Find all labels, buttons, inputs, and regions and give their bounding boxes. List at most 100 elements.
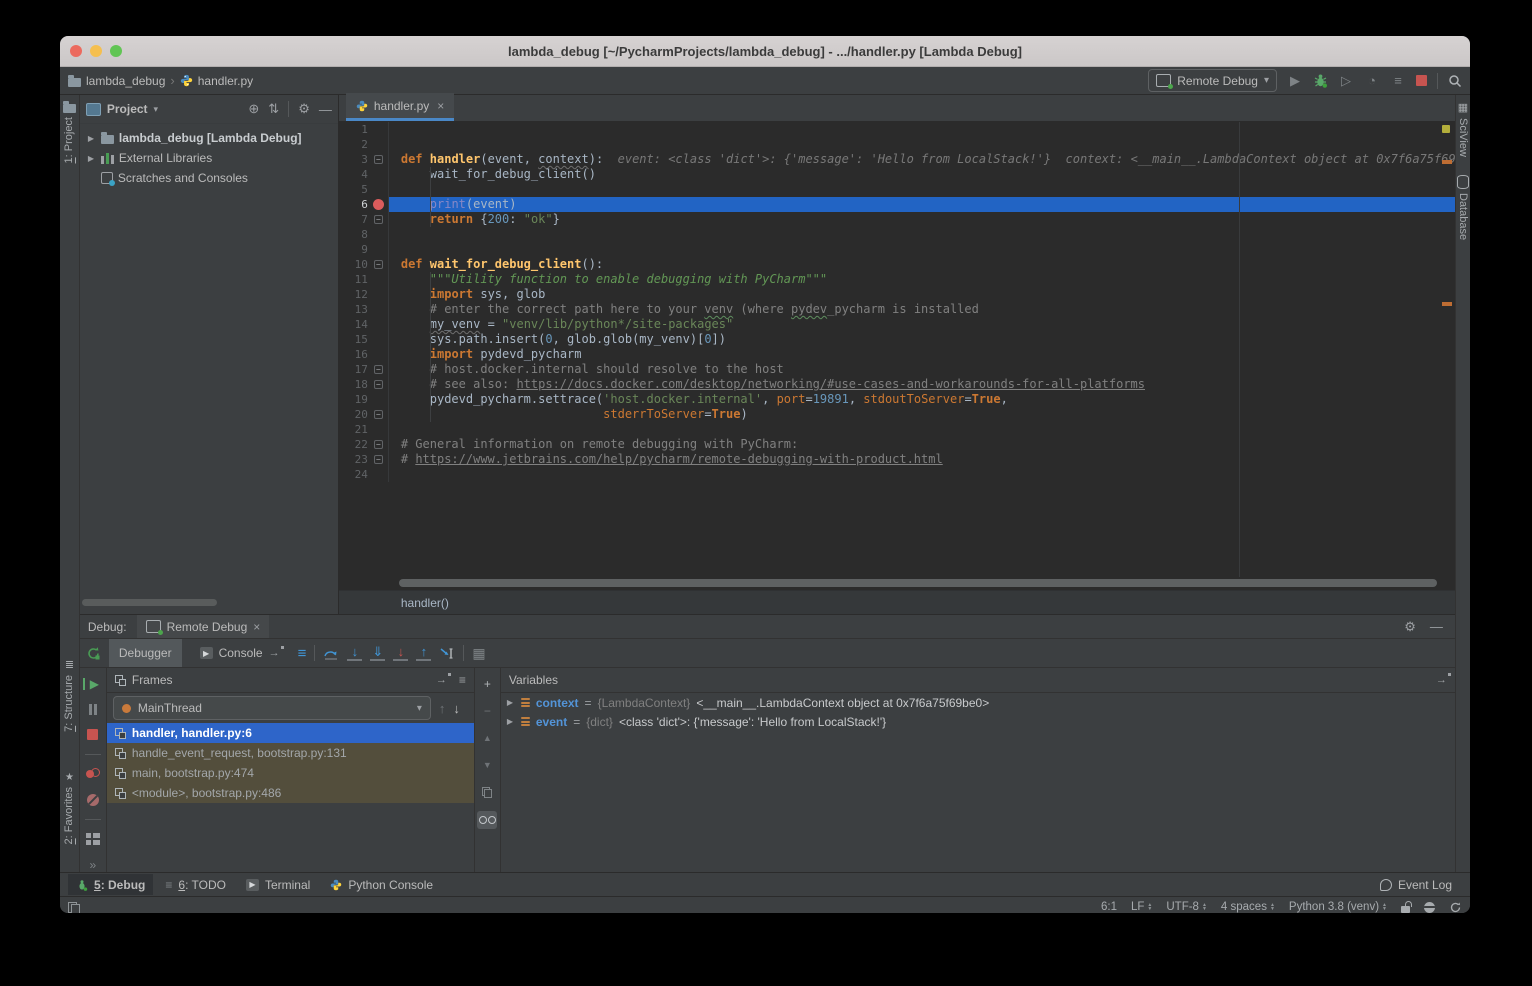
line-number[interactable]: 11 (339, 272, 372, 287)
inspections-indicator[interactable] (1442, 125, 1450, 133)
duplicate-watch-button[interactable] (478, 784, 496, 800)
writable-lock-icon[interactable] (1401, 906, 1410, 913)
code-line[interactable]: 15 sys.path.insert(0, glob.glob(my_venv)… (339, 332, 1455, 347)
line-number[interactable]: 13 (339, 302, 372, 317)
status-item[interactable]: LF▲▼ (1131, 901, 1152, 913)
concurrency-button[interactable]: ≡ (1390, 73, 1406, 89)
line-number[interactable]: 16 (339, 347, 372, 362)
gutter-icon-area[interactable]: − (372, 407, 389, 422)
editor-tab-handler[interactable]: handler.py × (346, 93, 454, 121)
project-tree-item[interactable]: Scratches and Consoles (80, 168, 338, 188)
status-item[interactable]: 4 spaces▲▼ (1221, 901, 1275, 913)
next-frame-button[interactable]: ↓ (453, 701, 460, 716)
chevron-down-icon[interactable]: ▾ (154, 104, 159, 115)
frames-menu-icon[interactable]: ≡ (459, 673, 466, 687)
project-panel-title[interactable]: Project (107, 102, 148, 116)
line-number[interactable]: 14 (339, 317, 372, 332)
code-line[interactable]: 20− stderrToServer=True) (339, 407, 1455, 422)
code-line[interactable]: 5 (339, 182, 1455, 197)
gutter-icon-area[interactable] (372, 167, 389, 182)
sidebar-stripe-button[interactable]: Database (1457, 175, 1469, 240)
line-number[interactable]: 10 (339, 257, 372, 272)
status-item[interactable]: UTF-8▲▼ (1166, 901, 1207, 913)
expand-arrow-icon[interactable]: ▶ (507, 698, 515, 707)
code-line[interactable]: 9 (339, 242, 1455, 257)
status-item[interactable]: Python 3.8 (venv)▲▼ (1289, 901, 1387, 913)
settings-gear-icon[interactable]: ⚙ (298, 101, 310, 117)
jump-to-source-icon[interactable]: → (1436, 674, 1447, 686)
line-number[interactable]: 5 (339, 182, 372, 197)
line-number[interactable]: 2 (339, 137, 372, 152)
layout-menu-icon[interactable]: ≡ (298, 645, 307, 662)
close-session-icon[interactable]: × (253, 620, 260, 634)
expand-arrow-icon[interactable]: ▶ (507, 717, 515, 726)
code-line[interactable]: 17− # host.docker.internal should resolv… (339, 362, 1455, 377)
restore-layout-button[interactable] (85, 833, 101, 845)
line-number[interactable]: 12 (339, 287, 372, 302)
warning-stripe-mark[interactable] (1442, 160, 1452, 164)
profiler-button[interactable]: ◔ (1364, 73, 1380, 89)
warning-stripe-mark[interactable] (1442, 302, 1452, 306)
line-number[interactable]: 6 (339, 197, 372, 212)
gutter-icon-area[interactable] (372, 332, 389, 347)
code-line[interactable]: 22−# General information on remote debug… (339, 437, 1455, 452)
debug-session-tab[interactable]: Remote Debug × (137, 615, 270, 638)
fold-marker-icon[interactable]: − (374, 365, 383, 374)
gutter-icon-area[interactable]: − (372, 212, 389, 227)
expand-arrow-icon[interactable]: ▶ (88, 154, 96, 163)
close-tab-icon[interactable]: × (437, 99, 444, 113)
code-line[interactable]: 2 (339, 137, 1455, 152)
mute-breakpoints-button[interactable] (85, 793, 101, 805)
gutter-icon-area[interactable]: − (372, 152, 389, 167)
resume-button[interactable]: ▶ (83, 678, 102, 690)
stop-button[interactable] (1416, 75, 1427, 86)
jump-to-source-icon[interactable]: → (436, 674, 447, 686)
sidebar-stripe-button[interactable]: ≣7: Structure (63, 658, 75, 732)
line-number[interactable]: 20 (339, 407, 372, 422)
hide-panel-button[interactable]: — (1430, 619, 1443, 635)
toolwindow-button-pythonconsole[interactable]: Python Console (322, 874, 441, 895)
gutter-icon-area[interactable] (372, 422, 389, 437)
gutter-icon-area[interactable] (372, 347, 389, 362)
line-number[interactable]: 3 (339, 152, 372, 167)
move-watch-up-button[interactable]: ▲ (478, 730, 496, 746)
update-icon[interactable] (1449, 901, 1462, 914)
toolwindow-button-terminal[interactable]: ▶Terminal (238, 874, 318, 895)
code-line[interactable]: 12 import sys, glob (339, 287, 1455, 302)
fold-marker-icon[interactable]: − (374, 155, 383, 164)
code-line[interactable]: 23−# https://www.jetbrains.com/help/pych… (339, 452, 1455, 467)
line-number[interactable]: 18 (339, 377, 372, 392)
run-configuration-select[interactable]: Remote Debug ▾ (1148, 69, 1277, 92)
code-line[interactable]: 16 import pydevd_pycharm (339, 347, 1455, 362)
line-number[interactable]: 1 (339, 122, 372, 137)
code-line[interactable]: 6 print(event) (339, 197, 1455, 212)
code-line[interactable]: 18− # see also: https://docs.docker.com/… (339, 377, 1455, 392)
frame-row[interactable]: <module>, bootstrap.py:486 (107, 783, 474, 803)
settings-gear-icon[interactable]: ⚙ (1404, 619, 1416, 635)
gutter-icon-area[interactable]: − (372, 437, 389, 452)
code-line[interactable]: 1 (339, 122, 1455, 137)
fold-marker-icon[interactable]: − (374, 380, 383, 389)
line-number[interactable]: 23 (339, 452, 372, 467)
tool-window-switcher-icon[interactable] (68, 902, 79, 913)
locate-file-button[interactable]: ⊕ (248, 101, 259, 117)
sidebar-stripe-button[interactable]: ★2: Favorites (63, 772, 75, 844)
gutter-icon-area[interactable]: − (372, 257, 389, 272)
toolwindow-button-todo[interactable]: ≡6: TODO (157, 874, 234, 895)
breadcrumb-project[interactable]: lambda_debug (86, 74, 165, 88)
force-step-into-button[interactable]: ⇓ (370, 645, 385, 661)
line-number[interactable]: 17 (339, 362, 372, 377)
search-everywhere-button[interactable] (1448, 74, 1462, 88)
remove-watch-button[interactable]: − (478, 703, 496, 719)
step-over-button[interactable] (323, 646, 339, 660)
project-tree-item[interactable]: ▶lambda_debug [Lambda Debug] (80, 128, 338, 148)
tab-debugger[interactable]: Debugger (109, 639, 182, 667)
variable-row[interactable]: ▶context = {LambdaContext} <__main__.Lam… (501, 693, 1455, 712)
gutter-icon-area[interactable] (372, 227, 389, 242)
code-line[interactable]: 8 (339, 227, 1455, 242)
expand-arrow-icon[interactable]: ▶ (88, 134, 96, 143)
line-number[interactable]: 7 (339, 212, 372, 227)
fold-marker-icon[interactable]: − (374, 455, 383, 464)
code-line[interactable]: 14 my_venv = "venv/lib/python*/site-pack… (339, 317, 1455, 332)
gutter-icon-area[interactable]: − (372, 362, 389, 377)
